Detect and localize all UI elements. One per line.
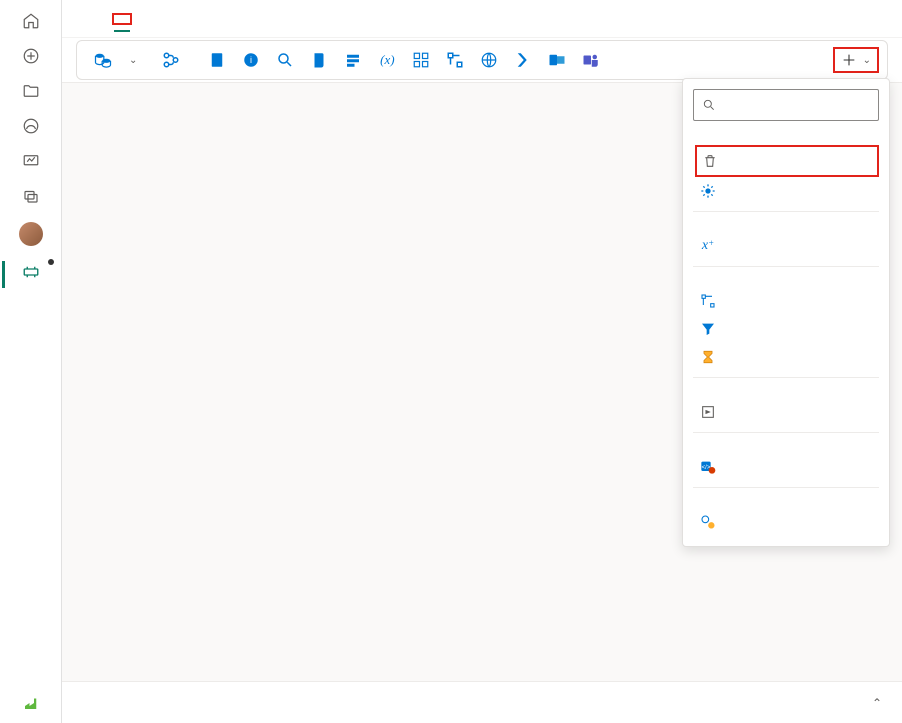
copy-data-icon [91,48,115,72]
teams-icon[interactable] [579,48,603,72]
until-icon [699,404,717,420]
left-sidebar [0,0,62,723]
folder-icon [22,82,40,100]
top-nav [62,0,902,38]
fail-icon: </> [699,459,717,475]
bottom-nav: ⌃ [62,681,902,723]
activity-append-variable[interactable]: x+ [695,232,879,260]
onelake-icon [22,117,40,135]
section-header-loops [695,386,879,398]
toolbar-group: ⌄ i (x) ⌄ [76,40,888,80]
sidebar-item-monitoring[interactable] [2,146,60,181]
toolbar: ⌄ i (x) ⌄ [62,38,902,82]
sidebar-item-data-factory[interactable] [2,688,60,723]
tab-activities[interactable] [112,13,132,25]
functions-icon[interactable] [511,48,535,72]
outlook-icon[interactable] [545,48,569,72]
search-icon [702,98,716,112]
tab-view[interactable] [192,11,196,27]
activity-scope[interactable] [695,177,879,205]
variable-icon[interactable]: (x) [375,48,399,72]
hourglass-icon [699,349,717,365]
add-activity-button[interactable]: ⌄ [833,47,879,73]
info-circle-icon[interactable]: i [239,48,263,72]
web-icon[interactable] [477,48,501,72]
databricks-icon[interactable] [409,48,433,72]
append-variable-icon: x+ [699,238,717,254]
search-box[interactable] [693,89,879,121]
gear-icon [699,183,717,199]
activity-until[interactable] [695,398,879,426]
copy-data-button[interactable]: ⌄ [85,44,143,76]
activity-fail[interactable]: </> [695,453,879,481]
notebook-icon[interactable] [205,48,229,72]
branch-icon[interactable] [443,48,467,72]
search-input[interactable] [722,97,902,113]
webhook-icon [699,514,717,530]
unsaved-dot-icon [48,259,54,265]
section-header-http [695,496,879,508]
sidebar-item-create[interactable] [2,41,60,76]
section-header-general [695,441,879,453]
svg-text:i: i [250,55,252,65]
chevron-down-icon: ⌄ [129,55,137,66]
tab-home[interactable] [80,11,84,27]
section-header-variables [695,220,879,232]
sidebar-item-home[interactable] [2,6,60,41]
activity-webhook[interactable] [695,508,879,536]
section-header-move-transform [695,133,879,145]
sidebar-item-workspaces[interactable] [2,181,60,216]
activity-delete-data[interactable] [695,145,879,177]
dataflow-icon [159,48,183,72]
sidebar-item-onelake[interactable] [2,111,60,146]
trash-icon [701,153,719,169]
section-header-conditionals [695,275,879,287]
script-icon[interactable] [307,48,331,72]
dataflow-button[interactable] [153,44,195,76]
tab-run[interactable] [160,11,164,27]
home-icon [22,12,40,30]
monitoring-icon [22,152,40,170]
data-factory-icon [21,694,41,712]
procedure-icon[interactable] [341,48,365,72]
activity-wait[interactable] [695,343,879,371]
sidebar-item-my-workspace[interactable] [2,216,60,257]
plus-circle-icon [22,47,40,65]
filter-icon [699,321,717,337]
collapse-chevron-icon[interactable]: ⌃ [872,696,882,710]
chevron-down-icon: ⌄ [863,55,871,66]
pipeline-icon [21,263,41,281]
activity-dropdown: x+ </> [682,78,890,547]
avatar [19,222,43,246]
switch-icon [699,293,717,309]
sidebar-item-browse[interactable] [2,76,60,111]
search-icon[interactable] [273,48,297,72]
activity-filter[interactable] [695,315,879,343]
sidebar-item-pipeline[interactable] [2,257,60,292]
workspaces-icon [22,187,40,205]
activity-switch[interactable] [695,287,879,315]
plus-icon [841,52,857,68]
